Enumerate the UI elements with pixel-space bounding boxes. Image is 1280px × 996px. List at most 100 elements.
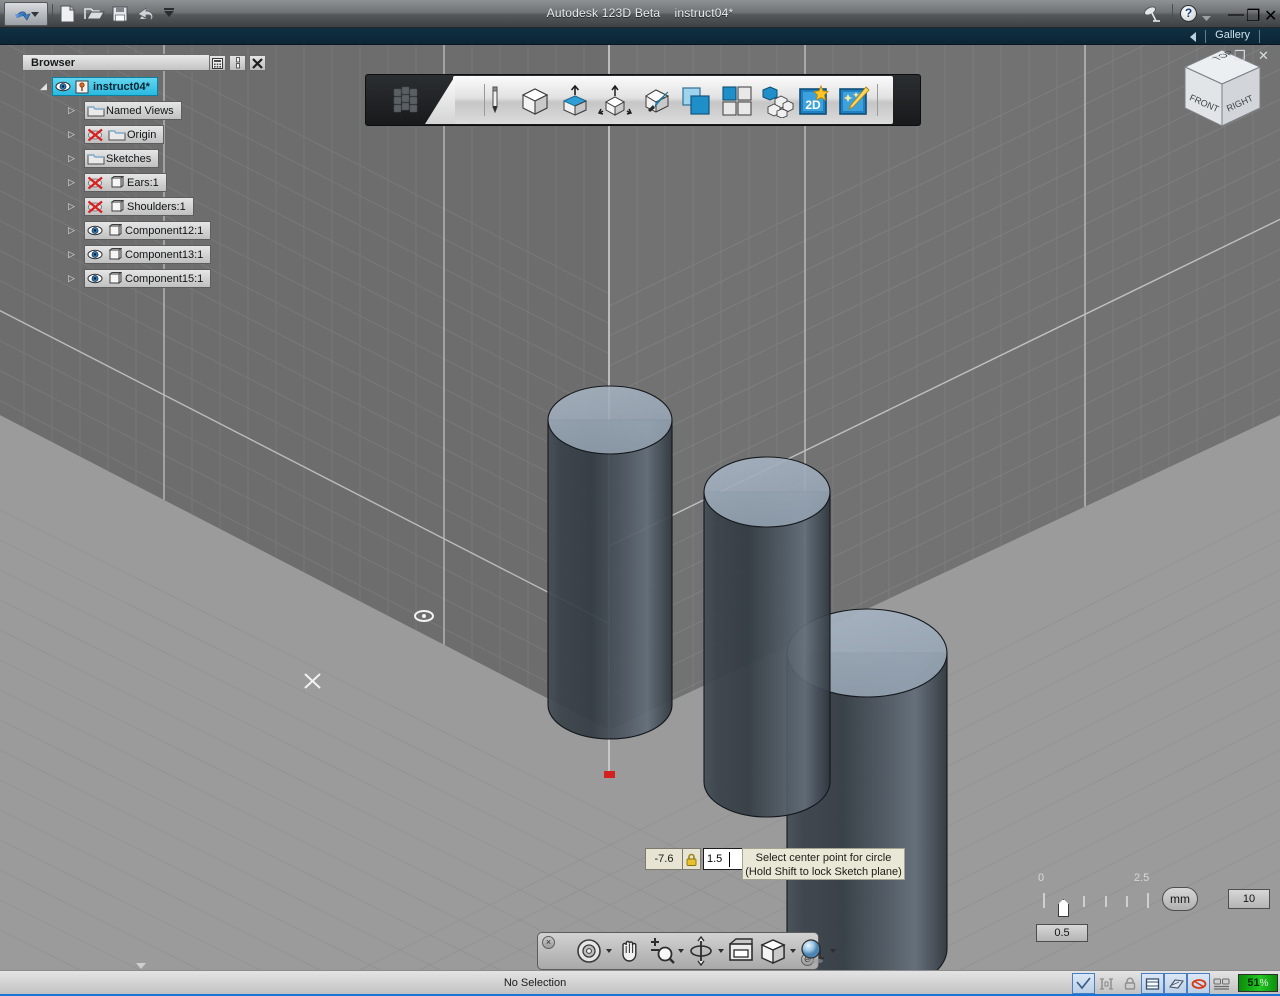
shading-sphere-icon[interactable] bbox=[798, 936, 828, 966]
tree-item-shoulders-1[interactable]: Shoulders:1 bbox=[84, 197, 194, 216]
doc-restore-button[interactable]: ❐ bbox=[1234, 48, 1246, 64]
effects-wand-icon[interactable] bbox=[837, 84, 871, 118]
visibility-hidden-icon[interactable] bbox=[87, 200, 105, 214]
scale-tick bbox=[1083, 896, 1085, 907]
main-toolbar: 2D bbox=[365, 74, 921, 126]
zoom-icon[interactable] bbox=[646, 936, 676, 966]
tooltip-line-2: (Hold Shift to lock Sketch plane) bbox=[745, 866, 902, 878]
two-d-drawing-icon[interactable]: 2D bbox=[797, 84, 831, 118]
steering-wheel-dropdown-icon[interactable] bbox=[606, 936, 612, 966]
scale-max-value[interactable]: 10 bbox=[1228, 889, 1270, 909]
steering-wheel-icon[interactable] bbox=[574, 936, 604, 966]
window-title: Autodesk 123D Beta instruct04* bbox=[0, 0, 1280, 28]
folder-icon bbox=[108, 128, 126, 142]
tree-item-component12-1[interactable]: Component12:1 bbox=[84, 221, 212, 240]
tree-expand-icon[interactable]: ▷ bbox=[68, 250, 78, 260]
scale-tick bbox=[1105, 896, 1107, 907]
browser-close-icon[interactable] bbox=[249, 55, 266, 71]
gallery-bar[interactable]: Gallery bbox=[0, 28, 1280, 45]
status-icon-group bbox=[1072, 973, 1233, 994]
visibility-hidden-icon[interactable] bbox=[87, 176, 105, 190]
visibility-eye-icon[interactable] bbox=[55, 80, 71, 94]
memory-percent-value: 51 bbox=[1247, 977, 1260, 989]
tree-expand-icon[interactable]: ▷ bbox=[68, 154, 78, 164]
locked-dimension-value[interactable]: -7.6 bbox=[645, 848, 683, 870]
visibility-eye-icon[interactable] bbox=[87, 224, 103, 238]
tree-item-label: Sketches bbox=[106, 152, 152, 165]
orbit-icon[interactable] bbox=[686, 935, 716, 967]
component-icon bbox=[106, 223, 123, 238]
doc-close-button[interactable]: ✕ bbox=[1258, 48, 1269, 64]
tree-item-origin[interactable]: Origin bbox=[84, 125, 165, 144]
tree-expand-icon[interactable]: ▷ bbox=[68, 226, 78, 236]
tree-node: ▷ Component15:1 bbox=[22, 267, 267, 291]
primitives-cube-icon[interactable] bbox=[518, 84, 552, 118]
visibility-eye-icon[interactable] bbox=[87, 248, 103, 262]
navbar-close-button[interactable]: × bbox=[542, 936, 555, 949]
selection-status-text: No Selection bbox=[503, 977, 567, 989]
scale-current-value[interactable]: 0.5 bbox=[1036, 924, 1088, 942]
sketch-plane-icon[interactable] bbox=[1164, 973, 1187, 994]
memory-percent-symbol: % bbox=[1259, 977, 1269, 989]
active-dimension-input[interactable]: 1.5 bbox=[703, 848, 743, 870]
extrude-icon[interactable] bbox=[558, 84, 592, 118]
zoom-dropdown-icon[interactable] bbox=[678, 936, 684, 966]
doc-minimize-button[interactable]: — bbox=[1212, 48, 1225, 63]
tree-expand-icon[interactable]: ▷ bbox=[68, 130, 78, 140]
tree-item-component13-1[interactable]: Component13:1 bbox=[84, 245, 212, 264]
tree-item-named-views[interactable]: Named Views bbox=[84, 101, 182, 120]
memory-usage-indicator[interactable]: 51% bbox=[1238, 974, 1278, 992]
tree-expand-collapse-icon[interactable]: ◢ bbox=[40, 82, 50, 92]
shading-dropdown-icon[interactable] bbox=[830, 936, 836, 966]
transform-icon[interactable] bbox=[597, 84, 633, 118]
tree-item-sketches[interactable]: Sketches bbox=[84, 149, 160, 168]
orbit-dropdown-icon[interactable] bbox=[718, 936, 724, 966]
assembly-icon[interactable] bbox=[760, 84, 794, 119]
app-window: ? — ❐ ✕ Autodesk 123D Beta instruct04* G… bbox=[0, 0, 1280, 996]
scale-tick bbox=[1043, 893, 1045, 908]
snap-icon[interactable] bbox=[1072, 973, 1095, 994]
tree-item-component15-1[interactable]: Component15:1 bbox=[84, 269, 212, 288]
combine-icon[interactable] bbox=[679, 84, 713, 118]
app-cube-logo-icon bbox=[385, 83, 425, 119]
pattern-grid-icon[interactable] bbox=[720, 84, 754, 118]
tree-expand-icon[interactable]: ▷ bbox=[68, 178, 78, 188]
active-dimension-value: 1.5 bbox=[707, 853, 723, 865]
visibility-hidden-icon[interactable] bbox=[87, 128, 105, 142]
look-at-icon[interactable] bbox=[726, 936, 756, 966]
lock-icon[interactable] bbox=[683, 848, 701, 870]
component-icon bbox=[106, 271, 123, 286]
tree-node: ◢ instruct04* bbox=[22, 75, 267, 99]
grid-snap-icon[interactable] bbox=[1141, 973, 1164, 994]
command-tooltip: Select center point for circle (Hold Shi… bbox=[742, 848, 905, 880]
tree-item-label: Shoulders:1 bbox=[127, 200, 186, 213]
browser-filter-icon[interactable] bbox=[209, 55, 226, 71]
visibility-eye-icon[interactable] bbox=[87, 272, 103, 286]
pan-hand-icon[interactable] bbox=[614, 936, 644, 966]
folder-icon bbox=[87, 152, 105, 166]
modify-icon[interactable] bbox=[638, 84, 672, 118]
units-pill[interactable]: mm bbox=[1162, 887, 1198, 911]
tree-item-instruct04[interactable]: instruct04* bbox=[52, 77, 158, 96]
box-view-dropdown-icon[interactable] bbox=[790, 936, 796, 966]
svg-text:2D: 2D bbox=[805, 98, 821, 112]
browser-dots-icon[interactable] bbox=[229, 55, 246, 71]
toolbar-divider-2 bbox=[877, 84, 878, 116]
tree-expand-icon[interactable]: ▷ bbox=[68, 202, 78, 212]
text-caret bbox=[729, 852, 730, 867]
sketch-pencil-icon[interactable] bbox=[478, 84, 512, 118]
tree-item-ears-1[interactable]: Ears:1 bbox=[84, 173, 167, 192]
orbit-constraint-icon[interactable] bbox=[1187, 973, 1210, 994]
cylinder-2[interactable] bbox=[703, 456, 831, 818]
tree-item-label: Component12:1 bbox=[125, 224, 204, 237]
cylinder-1[interactable] bbox=[547, 385, 673, 740]
tree-item-label: Named Views bbox=[106, 104, 174, 117]
display-mode-icon[interactable] bbox=[1210, 973, 1233, 994]
dimension-input-row[interactable]: -7.6 1.5 bbox=[645, 848, 743, 870]
lock-icon[interactable] bbox=[1118, 973, 1141, 994]
constraint-icon[interactable] bbox=[1095, 973, 1118, 994]
box-view-icon[interactable] bbox=[758, 936, 788, 966]
tree-expand-icon[interactable]: ▷ bbox=[68, 106, 78, 116]
browser-title: Browser bbox=[31, 57, 76, 69]
tree-expand-icon[interactable]: ▷ bbox=[68, 274, 78, 284]
